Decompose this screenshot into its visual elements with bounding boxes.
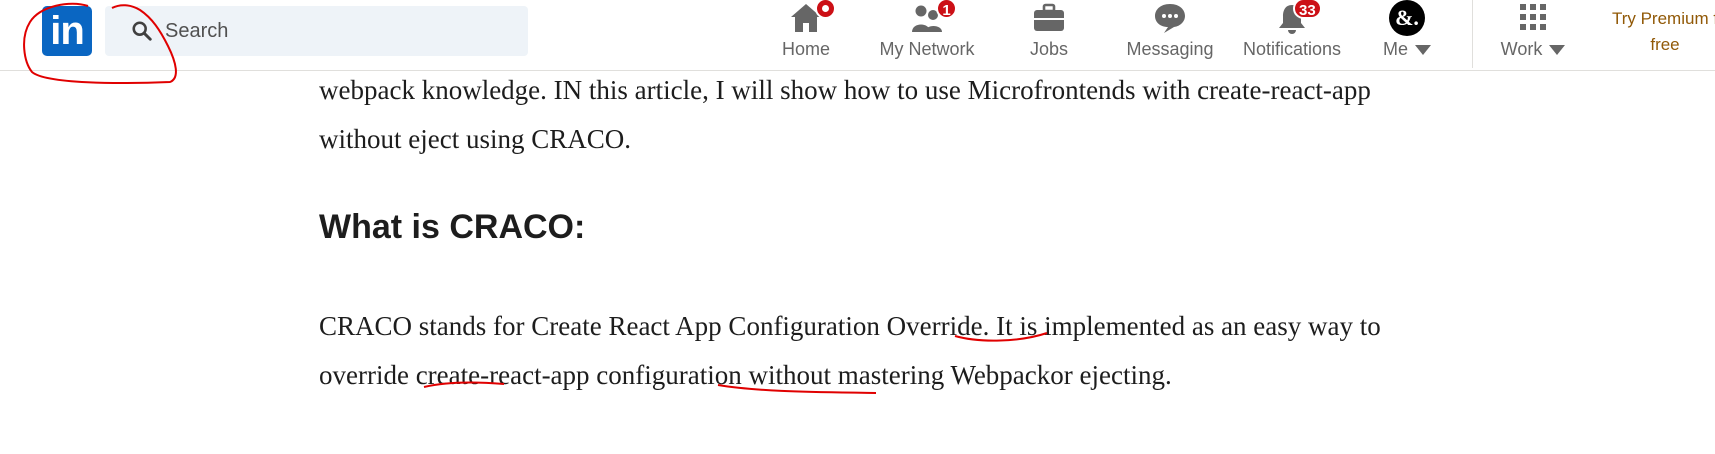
grid-icon: [1520, 4, 1546, 30]
nav-messaging[interactable]: Messaging: [1120, 0, 1220, 68]
notifications-badge: 33: [1293, 0, 1322, 19]
nav-work-text: Work: [1500, 39, 1543, 59]
home-badge: [815, 0, 836, 19]
try-premium-link[interactable]: Try Premium f free: [1590, 6, 1715, 58]
premium-line-1: Try Premium f: [1611, 9, 1715, 28]
craco-text-4: without mastering Webpackor ejecting.: [741, 360, 1172, 390]
nav-home[interactable]: Home: [771, 0, 841, 68]
craco-text-1: CRACO stands for Create React App Config…: [319, 311, 887, 341]
search-bar[interactable]: [105, 6, 528, 56]
chat-icon: [1155, 4, 1185, 33]
network-badge: 1: [936, 0, 957, 19]
craco-text-2: . It is implemented as an easy way to: [982, 311, 1381, 341]
search-input[interactable]: [165, 6, 515, 56]
nav-messaging-label: Messaging: [1126, 39, 1214, 59]
nav-notifications[interactable]: 33 Notifications: [1237, 0, 1347, 68]
chevron-down-icon: [1549, 45, 1566, 56]
craco-text-3: create-react-app: [408, 360, 597, 390]
nav-home-label: Home: [781, 39, 830, 59]
avatar: &.: [1389, 0, 1425, 36]
section-heading: What is CRACO:: [319, 208, 586, 246]
search-icon: [132, 21, 152, 41]
nav-me-text: Me: [1382, 39, 1408, 59]
nav-jobs[interactable]: Jobs: [1009, 0, 1089, 68]
craco-paragraph: CRACO stands for Create React App Config…: [319, 302, 1449, 400]
nav-me[interactable]: &. Me: [1372, 0, 1442, 68]
word-configuration: configuration: [596, 360, 742, 390]
chevron-down-icon: [1415, 45, 1432, 56]
word-override-1: Override: [886, 311, 983, 341]
nav-me-label: Me: [1372, 39, 1442, 60]
global-nav: in Home 1 My Network Jobs: [0, 0, 1715, 71]
premium-line-2: free: [1650, 35, 1680, 54]
nav-my-network-label: My Network: [879, 39, 975, 59]
linkedin-logo[interactable]: in: [42, 6, 92, 56]
nav-divider: [1472, 0, 1473, 68]
nav-work[interactable]: Work: [1488, 0, 1578, 68]
article-intro-paragraph: webpack knowledge. IN this article, I wi…: [319, 75, 1371, 154]
nav-work-label: Work: [1488, 39, 1578, 60]
nav-jobs-label: Jobs: [1029, 39, 1069, 59]
nav-notifications-label: Notifications: [1242, 39, 1342, 59]
avatar-text: &.: [1395, 5, 1419, 30]
nav-my-network[interactable]: 1 My Network: [872, 0, 982, 68]
word-override-2: override: [319, 360, 409, 390]
briefcase-icon: [1034, 3, 1064, 31]
